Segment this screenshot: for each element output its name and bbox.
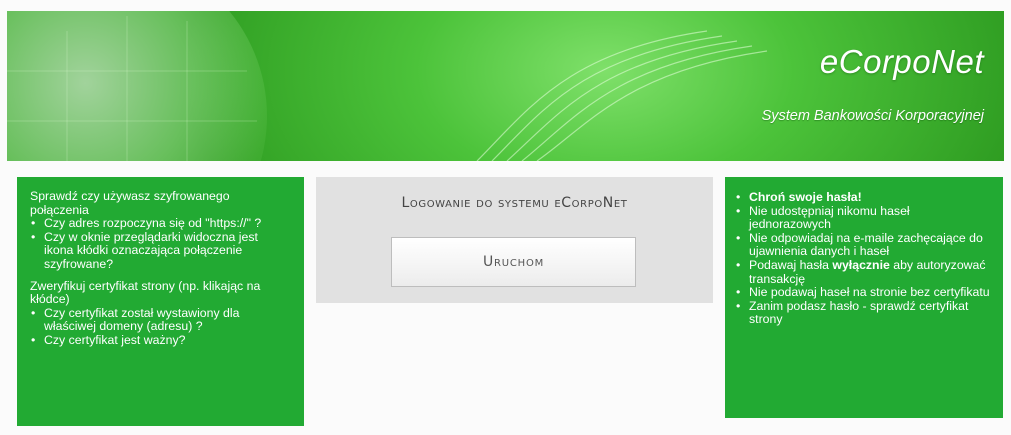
tips-list: Chroń swoje hasła! Nie udostępniaj nikom… [735,190,991,327]
section-title: Sprawdź czy używasz szyfrowanego połącze… [30,189,230,217]
list-item: Nie odpowiadaj na e-maile zachęcające do… [735,231,991,259]
login-box: Logowanie do systemu eCorpoNet Uruchom [316,177,713,303]
list-item: Czy certyfikat został wystawiony dla wła… [30,306,290,334]
emphasis-text: Chroń swoje hasła [749,190,858,204]
app-title: eCorpoNet [819,43,984,80]
list-item: Nie udostępniaj nikomu haseł jednorazowy… [735,204,991,232]
header-banner: eCorpoNet System Bankowości Korporacyjne… [7,11,1004,161]
list-item: Zanim podasz hasło - sprawdź certyfikat … [735,299,991,327]
list-item: Czy certyfikat jest ważny? [30,333,290,348]
login-heading: Logowanie do systemu eCorpoNet [401,195,628,211]
swoosh-lines-graphic [7,16,768,161]
list-item: Podawaj hasła wyłącznie aby autoryzować … [735,257,991,286]
list-item: Czy adres rozpoczyna się od "https://" ? [30,217,290,231]
tips-list: Czy certyfikat został wystawiony dla wła… [30,306,290,348]
item-text: Podawaj hasła [749,257,833,272]
app-subtitle: System Bankowości Korporacyjnej [761,108,984,124]
section-title: Zweryfikuj certyfikat strony (np. klikaj… [30,278,261,307]
launch-button[interactable]: Uruchom [391,237,636,287]
security-tips-panel-left: Sprawdź czy używasz szyfrowanego połącze… [17,177,304,426]
list-item: Nie podawaj haseł na stronie bez certyfi… [735,286,991,300]
list-item: Chroń swoje hasła! [735,190,991,205]
tips-list: Czy adres rozpoczyna się od "https://" ?… [30,217,290,271]
emphasis-text: wyłącznie [832,257,890,272]
security-tips-panel-right: Chroń swoje hasła! Nie udostępniaj nikom… [725,177,1003,418]
emphasis-text: ! [857,190,862,204]
list-item: Czy w oknie przeglądarki widoczna jest i… [30,230,290,272]
